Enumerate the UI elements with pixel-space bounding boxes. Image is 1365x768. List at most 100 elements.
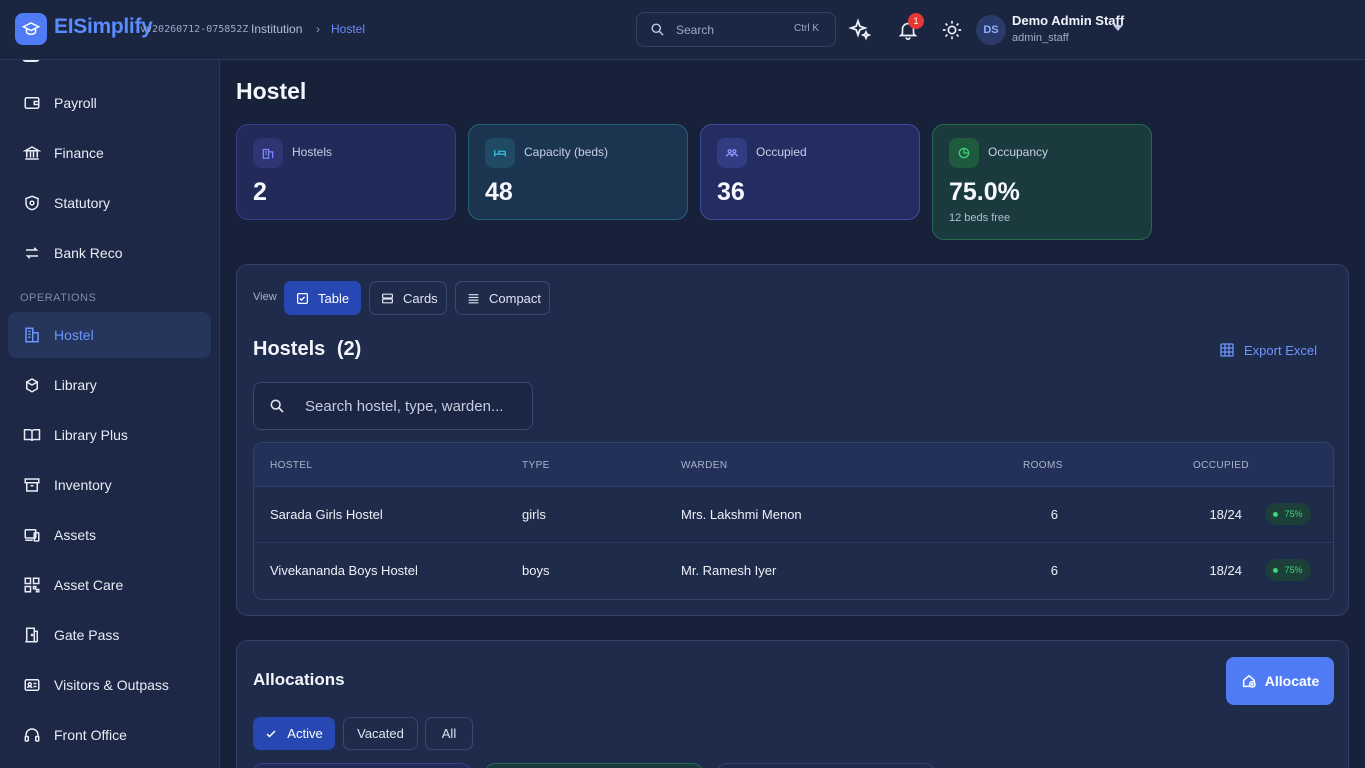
search-icon: [269, 398, 285, 419]
global-search[interactable]: Search Ctrl K: [636, 12, 836, 47]
sidebar-item-hostel[interactable]: Hostel: [8, 312, 211, 358]
breadcrumb-separator-icon: ›: [316, 22, 320, 36]
occupancy-badge-text: 75%: [1284, 509, 1303, 519]
allocate-button[interactable]: Allocate: [1226, 657, 1334, 705]
table-row[interactable]: Sarada Girls Hostel girls Mrs. Lakshmi M…: [254, 487, 1333, 543]
pie-icon: [949, 138, 979, 168]
checkbox-icon: [296, 292, 309, 305]
filter-vacated-button[interactable]: Vacated: [343, 717, 418, 750]
stat-value: 36: [717, 178, 745, 206]
user-role: admin_staff: [1012, 32, 1069, 44]
occupancy-badge-text: 75%: [1284, 565, 1303, 575]
sparkle-icon[interactable]: [847, 17, 873, 43]
avatar[interactable]: DS: [976, 15, 1006, 45]
sidebar-item-label: Gate Pass: [54, 627, 120, 643]
home-plus-icon: [1241, 673, 1257, 689]
stat-value: 75.0%: [949, 178, 1020, 206]
sidebar-item-bank-reco[interactable]: Bank Reco: [8, 230, 211, 276]
hostels-title: Hostels (2): [253, 338, 361, 361]
column-header-warden[interactable]: WARDEN: [681, 460, 727, 471]
devices-icon: [22, 525, 42, 545]
cell-rooms: 6: [1050, 563, 1058, 578]
sidebar-item-payroll[interactable]: Payroll: [8, 80, 211, 126]
column-header-rooms[interactable]: ROOMS: [1023, 460, 1063, 471]
view-compact-button[interactable]: Compact: [455, 281, 550, 315]
stat-sub: 12 beds free: [949, 212, 1011, 224]
sidebar-item-label: Hostel: [54, 327, 94, 343]
stat-label: Occupied: [756, 145, 807, 159]
hostels-title-text: Hostels: [253, 338, 326, 360]
allocation-card-peek: [485, 763, 703, 768]
sidebar-item-visitors-outpass[interactable]: Visitors & Outpass: [8, 662, 211, 708]
sidebar: Payroll Finance Statutory Bank Reco OPER…: [0, 60, 220, 768]
building-icon: [253, 138, 283, 168]
hostels-table: HOSTEL TYPE WARDEN ROOMS OCCUPIED Sarada…: [253, 442, 1334, 600]
sidebar-item-label: Library Plus: [54, 427, 128, 443]
sidebar-item-finance[interactable]: Finance: [8, 130, 211, 176]
column-header-type[interactable]: TYPE: [522, 460, 550, 471]
hostel-search-input[interactable]: Search hostel, type, warden...: [253, 382, 533, 430]
sidebar-item-statutory[interactable]: Statutory: [8, 180, 211, 226]
view-table-button[interactable]: Table: [284, 281, 361, 315]
chevron-down-icon[interactable]: [1113, 25, 1123, 31]
filter-active-label: Active: [287, 726, 323, 741]
sidebar-item-front-office[interactable]: Front Office: [8, 712, 211, 758]
sidebar-item-library[interactable]: Library: [8, 362, 211, 408]
status-dot-icon: [1273, 511, 1279, 517]
stat-card-hostels: Hostels 2: [236, 124, 456, 220]
view-cards-button[interactable]: Cards: [369, 281, 447, 315]
occupancy-badge: 75%: [1265, 503, 1311, 525]
cell-type: girls: [522, 507, 546, 522]
table-row[interactable]: Vivekananda Boys Hostel boys Mr. Ramesh …: [254, 543, 1333, 599]
stat-card-occupancy: Occupancy 75.0% 12 beds free: [932, 124, 1152, 240]
shield-icon: [22, 193, 42, 213]
sun-icon[interactable]: [939, 17, 965, 43]
global-search-placeholder: Search: [676, 23, 715, 37]
filter-vacated-label: Vacated: [357, 726, 404, 741]
sidebar-item-label: Assets: [54, 527, 97, 543]
sidebar-item-label: Front Office: [54, 727, 127, 743]
cell-rooms: 6: [1050, 507, 1058, 522]
view-table-label: Table: [318, 290, 350, 306]
status-dot-icon: [1273, 567, 1279, 573]
column-header-occupied[interactable]: OCCUPIED: [1193, 460, 1249, 471]
cell-type: boys: [522, 563, 550, 578]
breadcrumb-institution[interactable]: Institution: [251, 22, 302, 36]
user-name[interactable]: Demo Admin Staff: [1012, 13, 1124, 28]
cell-warden: Mrs. Lakshmi Menon: [681, 507, 802, 522]
notification-badge: 1: [908, 13, 924, 29]
export-excel-button[interactable]: Export Excel: [1219, 342, 1317, 358]
bed-icon: [485, 138, 515, 168]
sidebar-item-inventory[interactable]: Inventory: [8, 462, 211, 508]
sidebar-item-gate-pass[interactable]: Gate Pass: [8, 612, 211, 658]
sidebar-section-operations: OPERATIONS: [20, 292, 97, 304]
stat-label: Hostels: [292, 145, 333, 159]
hostels-panel: View Table Cards Compact Hostels (2) Exp…: [236, 264, 1349, 616]
app-name[interactable]: EISimplify: [54, 15, 153, 39]
filter-all-button[interactable]: All: [425, 717, 473, 750]
check-icon: [265, 728, 277, 740]
column-header-hostel[interactable]: HOSTEL: [270, 460, 312, 471]
sidebar-item-asset-care[interactable]: Asset Care: [8, 562, 211, 608]
sidebar-item-label: Payroll: [54, 95, 97, 111]
cell-occupied: 18/24: [1209, 563, 1242, 578]
wallet-icon: [22, 93, 42, 113]
sidebar-item-label: Statutory: [54, 195, 111, 211]
sidebar-item-label: Asset Care: [54, 577, 124, 593]
sidebar-item-label: Inventory: [54, 477, 112, 493]
sidebar-item-label: Visitors & Outpass: [54, 677, 169, 693]
filter-active-button[interactable]: Active: [253, 717, 335, 750]
logo-icon[interactable]: [15, 13, 47, 45]
top-bar: EISimplify vv20260712-075852Z Institutio…: [0, 0, 1365, 60]
page-title: Hostel: [236, 78, 307, 104]
allocation-card-peek: [253, 763, 471, 768]
partial-menu-icon: [22, 60, 40, 62]
book-icon: [22, 375, 42, 395]
allocate-label: Allocate: [1264, 673, 1320, 689]
cards-icon: [381, 292, 394, 305]
stat-label: Capacity (beds): [524, 145, 609, 159]
sidebar-item-library-plus[interactable]: Library Plus: [8, 412, 211, 458]
allocation-card-peek: [717, 763, 935, 768]
sidebar-item-assets[interactable]: Assets: [8, 512, 211, 558]
id-card-icon: [22, 675, 42, 695]
